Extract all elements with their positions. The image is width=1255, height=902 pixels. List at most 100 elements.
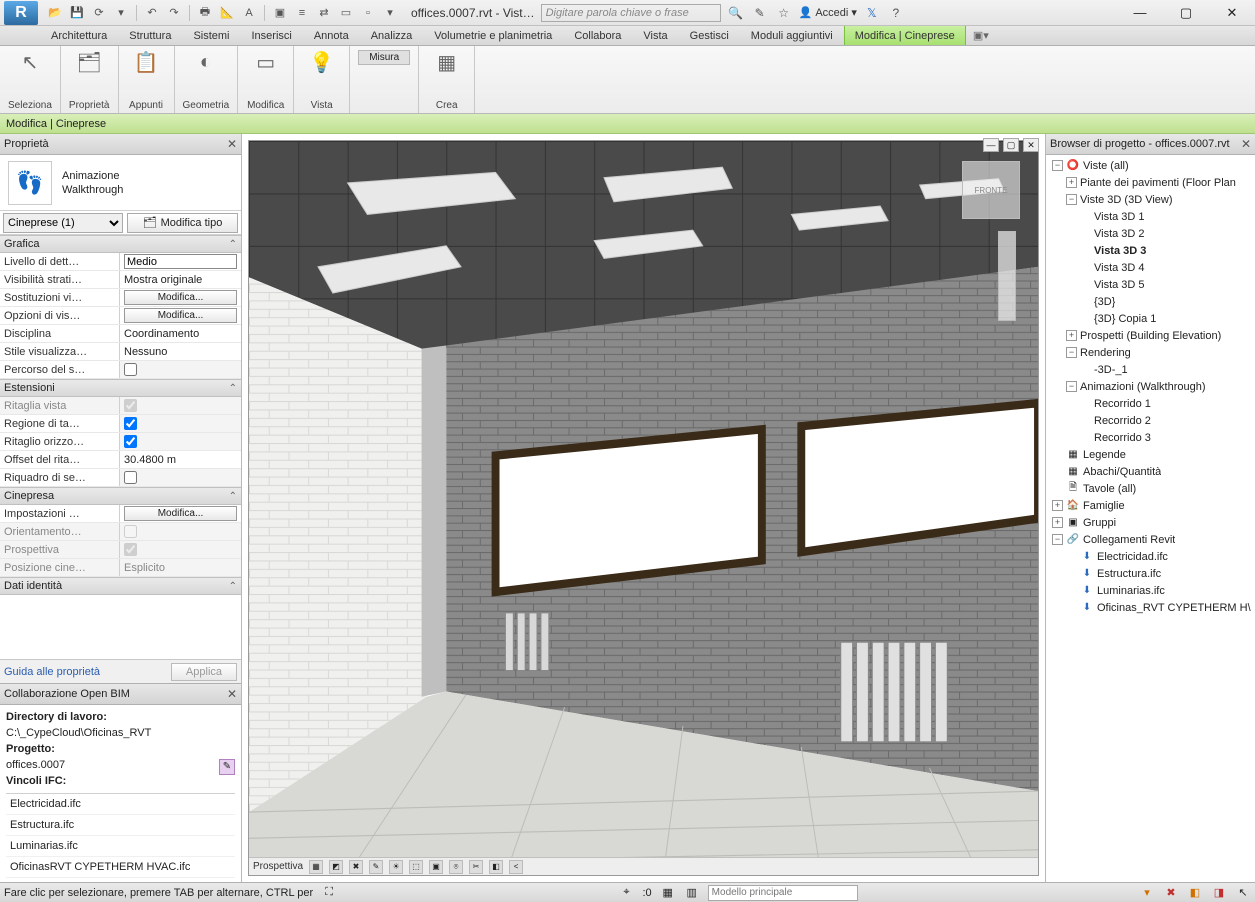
status-icon[interactable]: ⌖	[618, 885, 634, 901]
tree-gruppi[interactable]: +▣Gruppi	[1046, 514, 1255, 531]
panel-appunti[interactable]: 📋 Appunti	[119, 46, 175, 113]
bim-close-icon[interactable]: ✕	[227, 687, 237, 701]
tree-link[interactable]: ⬇Estructura.ifc	[1046, 565, 1255, 582]
vb-icon[interactable]: <	[509, 860, 523, 874]
detail-input[interactable]	[124, 254, 237, 269]
tab-analizza[interactable]: Analizza	[360, 26, 424, 45]
properties-preview[interactable]: 👣 Animazione Walkthrough	[0, 155, 241, 211]
status-model-input[interactable]	[708, 885, 858, 901]
tree-collegamenti[interactable]: −🔗Collegamenti Revit	[1046, 531, 1255, 548]
bim-ifc-item[interactable]: Electricidad.ifc	[6, 794, 235, 815]
view-max-icon[interactable]: ▢	[1003, 138, 1019, 152]
undo-icon[interactable]: ↶	[143, 4, 161, 22]
measure-icon[interactable]: 📐	[218, 4, 236, 22]
view-cube[interactable]: FRONTE	[962, 161, 1020, 219]
group-cinepresa[interactable]: Cinepresa⌃	[0, 487, 241, 505]
status-icon[interactable]: ▦	[660, 885, 676, 901]
stile-value[interactable]: Nessuno	[120, 343, 241, 360]
binoculars-icon[interactable]: 🔍	[727, 4, 745, 22]
comm-icon[interactable]: ✎	[751, 4, 769, 22]
tree-animazioni[interactable]: −Animazioni (Walkthrough)	[1046, 378, 1255, 395]
sort-icon[interactable]: ≡	[293, 4, 311, 22]
disciplina-value[interactable]: Coordinamento	[120, 325, 241, 342]
tree-rendering[interactable]: −Rendering	[1046, 344, 1255, 361]
tree-3d[interactable]: {3D}	[1046, 293, 1255, 310]
search-input[interactable]: Digitare parola chiave o frase	[541, 4, 721, 22]
regione-check[interactable]	[124, 417, 137, 430]
group-grafica[interactable]: Grafica⌃	[0, 235, 241, 253]
tab-annota[interactable]: Annota	[303, 26, 360, 45]
window-icon[interactable]: ▭	[337, 4, 355, 22]
tab-sistemi[interactable]: Sistemi	[182, 26, 240, 45]
ribbon-endcap-icon[interactable]: ▣▾	[966, 26, 996, 45]
vb-icon[interactable]: ◩	[329, 860, 343, 874]
nav-bar[interactable]	[998, 231, 1016, 321]
bim-ifc-item[interactable]: Luminarias.ifc	[6, 836, 235, 857]
edit-type-button[interactable]: 🗂Modifica tipo	[127, 213, 238, 233]
vb-icon[interactable]: ⬚	[409, 860, 423, 874]
minimize-button[interactable]: —	[1117, 0, 1163, 26]
type-selector[interactable]: Cineprese (1)	[3, 213, 123, 233]
properties-close-icon[interactable]: ✕	[227, 137, 237, 151]
filter-icon[interactable]: ▾	[1139, 885, 1155, 901]
tree-prospetti[interactable]: +Prospetti (Building Elevation)	[1046, 327, 1255, 344]
save-icon[interactable]: 💾	[68, 4, 86, 22]
ritaglioh-check[interactable]	[124, 435, 137, 448]
filter-icon[interactable]: ◧	[1187, 885, 1203, 901]
vb-icon[interactable]: ▦	[309, 860, 323, 874]
vb-icon[interactable]: ▣	[429, 860, 443, 874]
print-icon[interactable]: 🖶	[196, 4, 214, 22]
visibility-value[interactable]: Mostra originale	[120, 271, 241, 288]
tree-link[interactable]: ⬇Electricidad.ifc	[1046, 548, 1255, 565]
tab-gestisci[interactable]: Gestisci	[679, 26, 740, 45]
tab-vista[interactable]: Vista	[632, 26, 678, 45]
status-icon[interactable]: ▥	[684, 885, 700, 901]
tree-vista3d1[interactable]: Vista 3D 1	[1046, 208, 1255, 225]
apply-button[interactable]: Applica	[171, 663, 237, 681]
tree-3d-copy[interactable]: {3D} Copia 1	[1046, 310, 1255, 327]
panel-vista[interactable]: 💡 Vista	[294, 46, 350, 113]
tree-rendering-child[interactable]: -3D-_1	[1046, 361, 1255, 378]
app-logo[interactable]: R	[4, 1, 38, 25]
cube-icon[interactable]: ▣	[271, 4, 289, 22]
riquadro-check[interactable]	[124, 471, 137, 484]
switch-icon[interactable]: ⇄	[315, 4, 333, 22]
tab-inserisci[interactable]: Inserisci	[241, 26, 303, 45]
text-icon[interactable]: A	[240, 4, 258, 22]
properties-help-link[interactable]: Guida alle proprietà	[4, 666, 100, 678]
view-min-icon[interactable]: —	[983, 138, 999, 152]
bim-ifc-item[interactable]: Estructura.ifc	[6, 815, 235, 836]
tree-link[interactable]: ⬇Luminarias.ifc	[1046, 582, 1255, 599]
panel-misura[interactable]: Misura	[350, 46, 419, 113]
offset-value[interactable]: 30.4800 m	[120, 451, 241, 468]
tab-struttura[interactable]: Struttura	[118, 26, 182, 45]
filter-icon[interactable]: ↖	[1235, 885, 1251, 901]
filter-icon[interactable]: ◨	[1211, 885, 1227, 901]
view-close-icon[interactable]: ✕	[1023, 138, 1039, 152]
panel-proprieta[interactable]: 🗂 Proprietà	[61, 46, 119, 113]
tab-moduli[interactable]: Moduli aggiuntivi	[740, 26, 844, 45]
maximize-button[interactable]: ▢	[1163, 0, 1209, 26]
help-icon[interactable]: ?	[887, 4, 905, 22]
filter-icon[interactable]: ✖	[1163, 885, 1179, 901]
vb-icon[interactable]: ☀	[389, 860, 403, 874]
group-identita[interactable]: Dati identità⌃	[0, 577, 241, 595]
viewport-3d[interactable]: FRONTE	[248, 140, 1039, 876]
status-icon[interactable]: ⛶	[321, 885, 337, 901]
vb-icon[interactable]: ⌾	[449, 860, 463, 874]
tree-link[interactable]: ⬇Oficinas_RVT CYPETHERM H\	[1046, 599, 1255, 616]
bim-config-icon[interactable]: ✎	[219, 759, 235, 775]
dropdown-icon[interactable]: ▾	[112, 4, 130, 22]
browser-close-icon[interactable]: ✕	[1241, 137, 1251, 151]
group-estensioni[interactable]: Estensioni⌃	[0, 379, 241, 397]
vb-icon[interactable]: ✂	[469, 860, 483, 874]
tree-floorplans[interactable]: +Piante dei pavimenti (Floor Plan	[1046, 174, 1255, 191]
impostazioni-button[interactable]: Modifica...	[124, 506, 237, 521]
qat-more-icon[interactable]: ▾	[381, 4, 399, 22]
tab-architettura[interactable]: Architettura	[40, 26, 118, 45]
signin-button[interactable]: 👤Accedi▾	[799, 6, 857, 19]
tree-recorrido1[interactable]: Recorrido 1	[1046, 395, 1255, 412]
tree-vista3d3[interactable]: Vista 3D 3	[1046, 242, 1255, 259]
panel-seleziona[interactable]: ↖ Seleziona	[0, 46, 61, 113]
exchange-icon[interactable]: 𝕏	[863, 4, 881, 22]
